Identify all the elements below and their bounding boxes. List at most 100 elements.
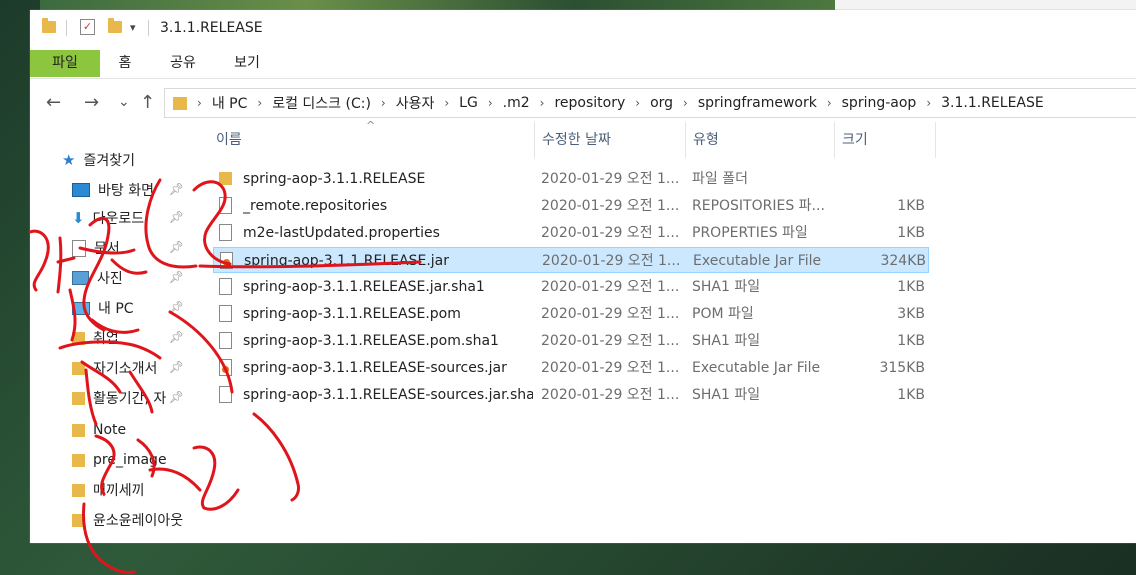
properties-checkmark-icon[interactable]: ✓ (80, 18, 95, 36)
breadcrumb-local-disk[interactable]: 로컬 디스크 (C:) (272, 93, 371, 113)
file-row[interactable]: spring-aop-3.1.1.RELEASE.pom 2020-01-29 … (213, 301, 929, 327)
sidebar-item-label: 내 PC (98, 301, 134, 317)
file-icon (219, 224, 232, 241)
photo-icon (72, 271, 89, 285)
file-row[interactable]: spring-aop-3.1.1.RELEASE-sources.jar 202… (213, 355, 929, 381)
new-folder-icon[interactable] (108, 18, 122, 36)
sidebar-item-quick-access[interactable]: ★ 즐겨찾기 (62, 147, 135, 173)
title-bar: ✓ ▾ 3.1.1.RELEASE (30, 10, 1136, 42)
breadcrumb-spring-aop[interactable]: spring-aop (842, 95, 917, 111)
pin-icon[interactable]: 📌︎ (169, 182, 184, 196)
column-header-size[interactable]: 크기 (836, 122, 936, 158)
breadcrumb-current-folder[interactable]: 3.1.1.RELEASE (941, 95, 1044, 111)
up-arrow-icon[interactable]: ↑ (140, 92, 155, 113)
sidebar-item-label: 사진 (97, 271, 123, 287)
breadcrumb-chevron-icon[interactable]: › (926, 96, 931, 110)
java-jar-icon (219, 359, 232, 376)
file-row[interactable]: _remote.repositories 2020-01-29 오전 1... … (213, 193, 929, 219)
breadcrumb-springframework[interactable]: springframework (698, 95, 817, 111)
file-date: 2020-01-29 오전 1... (542, 253, 681, 269)
file-type: SHA1 파일 (692, 333, 761, 349)
file-row[interactable]: spring-aop-3.1.1.RELEASE-sources.jar.sha… (213, 382, 929, 408)
breadcrumb-chevron-icon[interactable]: › (257, 96, 262, 110)
sidebar-item-this-pc[interactable]: 내 PC 📌︎ (72, 295, 190, 321)
file-icon (219, 278, 232, 295)
breadcrumb-org[interactable]: org (650, 95, 673, 111)
file-date: 2020-01-29 오전 1... (541, 279, 680, 295)
sidebar-item-downloads[interactable]: ⬇ 다운로드 📌︎ (72, 205, 190, 231)
title-divider (148, 20, 149, 36)
file-name: spring-aop-3.1.1.RELEASE.pom (243, 306, 461, 322)
sidebar-item-label: 취업 (93, 331, 119, 347)
breadcrumb-chevron-icon[interactable]: › (197, 96, 202, 110)
file-type: Executable Jar File (692, 360, 821, 376)
file-icon (219, 197, 232, 214)
desktop-icon (72, 183, 90, 197)
sidebar-item-label: 다운로드 (92, 211, 145, 227)
tab-file[interactable]: 파일 (30, 50, 100, 77)
qat-folder-icon[interactable] (42, 18, 56, 36)
breadcrumb-users[interactable]: 사용자 (396, 93, 435, 113)
breadcrumb-chevron-icon[interactable]: › (635, 96, 640, 110)
java-jar-icon (220, 252, 233, 269)
file-type: PROPERTIES 파일 (692, 225, 808, 241)
pin-icon[interactable]: 📌︎ (169, 300, 184, 314)
tab-home[interactable]: 홈 (108, 50, 142, 77)
sidebar-item-folder[interactable]: 윤소윤레이아웃 (72, 507, 190, 533)
tab-share[interactable]: 공유 (162, 50, 204, 77)
forward-arrow-icon[interactable]: → (84, 92, 99, 113)
file-type: 파일 폴더 (692, 171, 748, 187)
breadcrumb-m2[interactable]: .m2 (503, 95, 530, 111)
breadcrumb-chevron-icon[interactable]: › (540, 96, 545, 110)
address-bar[interactable]: › 내 PC › 로컬 디스크 (C:) › 사용자 › LG › .m2 › … (164, 88, 1136, 118)
sidebar-item-label: 즐겨찾기 (83, 153, 135, 169)
file-name: spring-aop-3.1.1.RELEASE-sources.jar.sha… (243, 387, 533, 403)
pin-icon[interactable]: 📌︎ (169, 360, 184, 374)
file-row-selected[interactable]: spring-aop-3.1.1.RELEASE.jar 2020-01-29 … (213, 247, 929, 273)
download-icon: ⬇ (72, 209, 85, 227)
sidebar-item-documents[interactable]: 문서 📌︎ (72, 235, 190, 261)
sidebar-item-folder[interactable]: 매끼세끼 (72, 477, 145, 503)
file-icon (219, 305, 232, 322)
sidebar-item-label: Note (93, 422, 127, 438)
tab-view[interactable]: 보기 (226, 50, 268, 77)
file-type: SHA1 파일 (692, 279, 761, 295)
column-header-type[interactable]: 유형 (687, 122, 835, 158)
sidebar-item-folder[interactable]: Note (72, 417, 126, 443)
file-row[interactable]: spring-aop-3.1.1.RELEASE.jar.sha1 2020-0… (213, 274, 929, 300)
sidebar-item-folder[interactable]: 취업 📌︎ (72, 325, 190, 351)
back-arrow-icon[interactable]: ← (46, 92, 61, 113)
breadcrumb-my-pc[interactable]: 내 PC (212, 93, 248, 113)
file-name: spring-aop-3.1.1.RELEASE.jar.sha1 (243, 279, 485, 295)
navigation-pane: ★ 즐겨찾기 바탕 화면 📌︎ ⬇ 다운로드 📌︎ 문서 📌︎ 사진 📌︎ 내 … (30, 128, 200, 543)
pin-icon[interactable]: 📌︎ (169, 270, 184, 284)
file-type: REPOSITORIES 파... (692, 198, 825, 214)
column-header-name[interactable]: 이름 (210, 122, 535, 158)
breadcrumb-chevron-icon[interactable]: › (381, 96, 386, 110)
file-name: spring-aop-3.1.1.RELEASE.pom.sha1 (243, 333, 499, 349)
breadcrumb-chevron-icon[interactable]: › (488, 96, 493, 110)
pin-icon[interactable]: 📌︎ (169, 330, 184, 344)
pin-icon[interactable]: 📌︎ (169, 240, 184, 254)
sidebar-item-pictures[interactable]: 사진 📌︎ (72, 265, 190, 291)
sidebar-item-desktop[interactable]: 바탕 화면 📌︎ (72, 177, 190, 203)
sidebar-item-folder[interactable]: pre_image (72, 447, 167, 473)
recent-locations-chevron-icon[interactable]: ⌄ (118, 94, 130, 110)
breadcrumb-chevron-icon[interactable]: › (827, 96, 832, 110)
file-row[interactable]: spring-aop-3.1.1.RELEASE.pom.sha1 2020-0… (213, 328, 929, 354)
file-row[interactable]: spring-aop-3.1.1.RELEASE 2020-01-29 오전 1… (213, 166, 929, 192)
pin-icon[interactable]: 📌︎ (169, 210, 184, 224)
sidebar-item-label: pre_image (93, 452, 167, 468)
qat-dropdown-icon[interactable]: ▾ (130, 18, 136, 36)
column-header-date[interactable]: 수정한 날짜 (536, 122, 686, 158)
sidebar-item-folder[interactable]: 활동기간, 자 📌︎ (72, 385, 190, 411)
breadcrumb-chevron-icon[interactable]: › (683, 96, 688, 110)
sidebar-item-folder[interactable]: 자기소개서 📌︎ (72, 355, 190, 381)
pin-icon[interactable]: 📌︎ (169, 390, 184, 404)
breadcrumb-chevron-icon[interactable]: › (444, 96, 449, 110)
file-row[interactable]: m2e-lastUpdated.properties 2020-01-29 오전… (213, 220, 929, 246)
breadcrumb-lg[interactable]: LG (459, 95, 478, 111)
file-size: 1KB (897, 279, 925, 295)
breadcrumb-repository[interactable]: repository (554, 95, 625, 111)
file-date: 2020-01-29 오전 1... (541, 171, 680, 187)
